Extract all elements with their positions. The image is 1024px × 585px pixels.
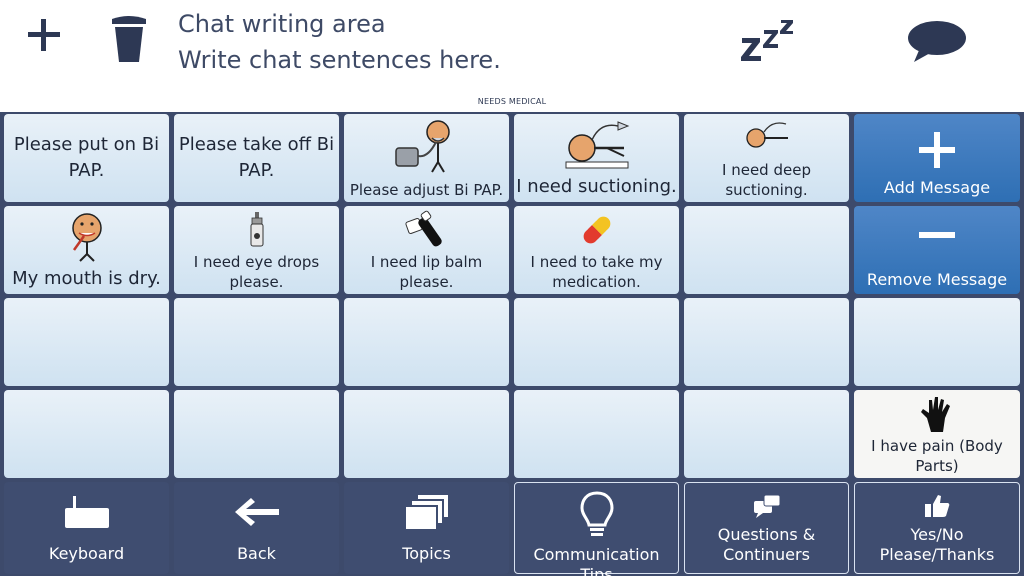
message-button-mouth-dry[interactable]: My mouth is dry.: [4, 206, 169, 294]
message-label: I need to take my medication.: [530, 253, 663, 291]
nav-label: Communication Tips: [533, 545, 660, 584]
empty-cell[interactable]: [344, 298, 509, 386]
empty-cell[interactable]: [174, 390, 339, 478]
suction-icon: [565, 121, 629, 169]
empty-cell[interactable]: [514, 298, 679, 386]
hand-icon: [921, 397, 950, 432]
nav-keyboard[interactable]: Keyboard: [4, 482, 169, 574]
message-label: Please put on Bi PAP.: [13, 134, 160, 181]
message-label: My mouth is dry.: [12, 268, 161, 289]
empty-cell[interactable]: [684, 390, 849, 478]
top-bar: Chat writing area Write chat sentences h…: [0, 0, 1024, 92]
message-grid: Please put on Bi PAP. Please take off Bi…: [0, 112, 1024, 584]
chat-bubbles-icon: [753, 494, 780, 518]
minus-icon: [919, 232, 955, 238]
remove-message-label: Remove Message: [866, 270, 1008, 289]
message-button-medication[interactable]: I need to take my medication.: [514, 206, 679, 294]
message-button-eye-drops[interactable]: I need eye drops please.: [174, 206, 339, 294]
nav-label: Yes/No Please/Thanks: [879, 525, 995, 564]
remove-message-button[interactable]: Remove Message: [854, 206, 1020, 294]
chat-title: Chat writing area: [178, 10, 386, 38]
nav-questions-continuers[interactable]: Questions & Continuers: [684, 482, 849, 574]
nav-label: Keyboard: [48, 544, 125, 563]
message-label: I need lip balm please.: [370, 253, 483, 291]
add-message-button[interactable]: Add Message: [854, 114, 1020, 202]
message-label: I need deep suctioning.: [722, 161, 811, 199]
message-button-suctioning[interactable]: I need suctioning.: [514, 114, 679, 202]
plus-icon: [919, 132, 955, 168]
add-message-label: Add Message: [883, 178, 991, 197]
pain-body-parts-button[interactable]: I have pain (Body Parts): [854, 390, 1020, 478]
nav-label: Back: [237, 544, 276, 563]
sleep-icon[interactable]: [740, 18, 796, 62]
plus-icon[interactable]: [24, 15, 64, 55]
chat-placeholder: Write chat sentences here.: [178, 46, 501, 74]
empty-cell[interactable]: [4, 298, 169, 386]
topics-icon: [403, 493, 450, 531]
empty-cell[interactable]: [344, 390, 509, 478]
message-label: I need eye drops please.: [193, 253, 320, 291]
empty-cell[interactable]: [684, 206, 849, 294]
message-button-put-on-bipap[interactable]: Please put on Bi PAP.: [4, 114, 169, 202]
empty-cell[interactable]: [854, 298, 1020, 386]
message-button-adjust-bipap[interactable]: Please adjust Bi PAP.: [344, 114, 509, 202]
empty-cell[interactable]: [514, 390, 679, 478]
message-button-lip-balm[interactable]: I need lip balm please.: [344, 206, 509, 294]
message-button-take-off-bipap[interactable]: Please take off Bi PAP.: [174, 114, 339, 202]
eye-drops-icon: [250, 212, 263, 247]
pill-icon: [583, 216, 610, 244]
empty-cell[interactable]: [4, 390, 169, 478]
nav-label: Topics: [402, 544, 451, 563]
message-label: Please adjust Bi PAP.: [349, 181, 504, 199]
message-label: Please take off Bi PAP.: [178, 134, 335, 181]
category-label: NEEDS MEDICAL: [0, 92, 1024, 114]
message-button-deep-suctioning[interactable]: I need deep suctioning.: [684, 114, 849, 202]
keyboard-icon: [64, 496, 109, 528]
bipap-machine-icon: [394, 120, 450, 173]
nav-label: Questions & Continuers: [717, 525, 816, 564]
back-arrow-icon: [234, 498, 279, 526]
speech-bubble-icon[interactable]: [906, 20, 968, 64]
dry-mouth-icon: [71, 213, 102, 262]
empty-cell[interactable]: [684, 298, 849, 386]
thumbs-up-icon: [925, 495, 950, 517]
deep-suction-icon: [745, 122, 788, 148]
nav-topics[interactable]: Topics: [344, 482, 509, 574]
message-label: I have pain (Body Parts): [871, 437, 1003, 475]
nav-communication-tips[interactable]: Communication Tips: [514, 482, 679, 584]
chat-writing-area[interactable]: Chat writing area Write chat sentences h…: [178, 6, 698, 86]
empty-cell[interactable]: [174, 298, 339, 386]
lightbulb-icon: [579, 491, 614, 536]
nav-yes-no[interactable]: Yes/No Please/Thanks: [854, 482, 1020, 574]
lip-balm-icon: [404, 210, 442, 247]
nav-back[interactable]: Back: [174, 482, 339, 574]
message-label: I need suctioning.: [516, 176, 677, 197]
trash-icon[interactable]: [108, 12, 150, 64]
